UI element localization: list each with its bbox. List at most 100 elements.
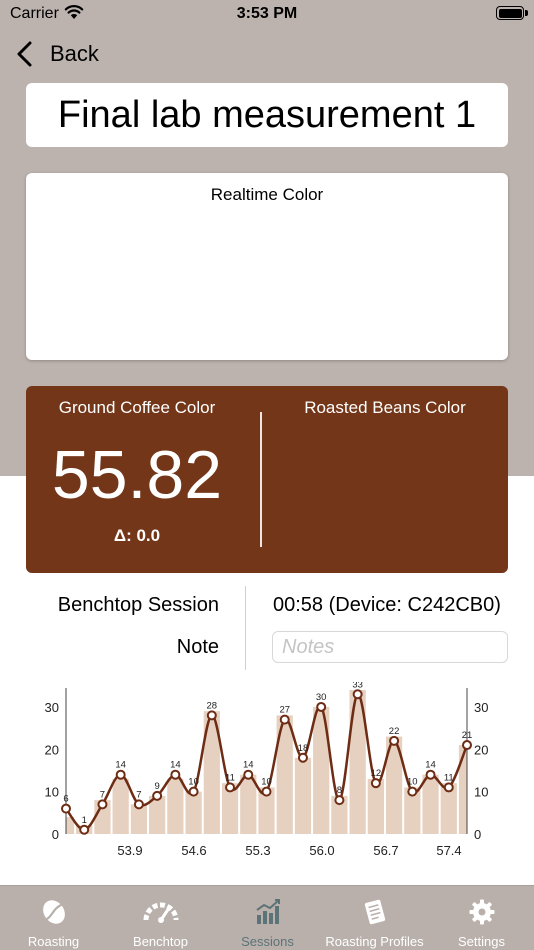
chart-data-label: 11 (225, 772, 235, 783)
chart-data-label: 8 (337, 785, 342, 796)
chart-data-label: 1 (82, 815, 87, 826)
chart-data-label: 10 (261, 777, 272, 788)
battery-icon (496, 6, 524, 20)
bar-chart-icon (255, 899, 280, 924)
session-title-field[interactable]: Final lab measurement 1 (26, 83, 508, 147)
chart-point (297, 752, 308, 763)
chart-data-label: 9 (154, 781, 159, 792)
chevron-left-icon (17, 41, 32, 67)
x-tick-label: 54.6 (181, 843, 206, 858)
chart-point (97, 799, 108, 810)
chart-data-label: 14 (425, 760, 436, 771)
chart-data-label: 14 (170, 760, 181, 771)
chart-data-label: 7 (100, 789, 105, 800)
chart-point (334, 795, 345, 806)
x-tick-label: 57.4 (436, 843, 461, 858)
y-tick-label-left: 0 (52, 827, 59, 842)
delta-value: Δ: 0.0 (113, 526, 161, 545)
tab-sessions-label: Sessions (241, 934, 294, 949)
chart-bar (185, 791, 202, 834)
chart-point (462, 740, 472, 751)
chart-point (316, 701, 327, 712)
x-tick-label: 56.7 (373, 843, 398, 858)
back-button[interactable]: Back (14, 38, 99, 70)
chart-point (206, 710, 217, 721)
chart-data-label: 18 (298, 743, 309, 754)
chart-data-label: 28 (207, 700, 218, 711)
coffee-bean-icon (42, 900, 65, 924)
profile-document-icon (364, 899, 385, 925)
chart-point (170, 769, 181, 780)
tab-roasting-profiles[interactable]: Roasting Profiles (321, 886, 428, 950)
x-tick-label: 55.3 (245, 843, 270, 858)
panel-divider (260, 412, 262, 547)
x-tick-label: 53.9 (117, 843, 142, 858)
clock: 3:53 PM (236, 5, 298, 22)
y-tick-label-right: 10 (474, 785, 488, 800)
chart-point (443, 782, 454, 793)
chart-point (188, 786, 199, 797)
ground-coffee-label: Ground Coffee Color (58, 398, 216, 417)
chart-bar (240, 774, 257, 834)
tab-settings-label: Settings (458, 934, 505, 949)
chart-data-label: 30 (316, 692, 327, 703)
chart-point (79, 824, 90, 835)
chart-data-label: 14 (243, 760, 254, 771)
notes-input[interactable] (272, 631, 508, 663)
chart-bar (112, 778, 129, 834)
x-tick-label: 56.0 (309, 843, 334, 858)
chart-data-label: 21 (462, 730, 473, 741)
chart-data-label: 11 (444, 772, 454, 783)
chart-point (115, 769, 126, 780)
gear-icon (469, 899, 494, 925)
realtime-color-card: Realtime Color (26, 173, 508, 360)
y-tick-label-right: 20 (474, 742, 488, 757)
tab-roasting[interactable]: Roasting (0, 886, 107, 950)
chart-data-label: 10 (188, 777, 199, 788)
chart-point (261, 786, 272, 797)
chart-data-label: 33 (352, 682, 363, 690)
ground-coffee-value: 55.82 (51, 437, 223, 513)
y-tick-label-right: 0 (474, 827, 481, 842)
color-distribution-chart: 0 010 1020 2030 3053.9 54.6 55.3 56.0 56.7 57.461… (45, 682, 489, 858)
tab-roasting-label: Roasting (27, 934, 80, 949)
session-time-device: 00:58 (Device: C242CB0) (273, 594, 501, 616)
chart-point (425, 769, 436, 780)
chart-point (407, 786, 418, 797)
y-tick-label-right: 30 (474, 700, 488, 715)
chart-point (370, 778, 381, 789)
session-title: Final lab measurement 1 (57, 93, 477, 136)
tab-roasting-profiles-label: Roasting Profiles (325, 934, 424, 949)
battery-tip (525, 10, 528, 16)
roasted-beans-label: Roasted Beans Color (304, 398, 466, 417)
tab-benchtop-label: Benchtop (133, 934, 188, 949)
note-label: Note (176, 636, 219, 658)
session-divider (245, 586, 246, 670)
tab-bar: Roasting Benchtop Sessions Roasting Prof… (0, 885, 534, 950)
chart-data-label: 12 (371, 768, 382, 779)
chart-data-label: 14 (115, 760, 126, 771)
chart-data-label: 22 (389, 726, 400, 737)
chart-bar (422, 774, 439, 834)
y-tick-label-left: 10 (45, 785, 59, 800)
chart-point (61, 803, 71, 814)
chart-point (225, 782, 236, 793)
y-tick-label-left: 30 (45, 700, 59, 715)
y-tick-label-left: 20 (45, 742, 59, 757)
back-label: Back (50, 41, 99, 66)
chart-point (243, 769, 254, 780)
chart-data-label: 7 (136, 789, 141, 800)
tab-benchtop[interactable]: Benchtop (107, 886, 214, 950)
chart-data-label: 6 (63, 794, 68, 805)
realtime-color-label: Realtime Color (210, 185, 324, 204)
color-readout-panel: Ground Coffee Color Roasted Beans Color … (26, 386, 508, 573)
tab-sessions[interactable]: Sessions (214, 886, 321, 950)
chart-point (279, 714, 290, 725)
tab-settings[interactable]: Settings (428, 886, 534, 950)
chart-bar (294, 757, 312, 834)
session-type-label: Benchtop Session (57, 594, 219, 616)
chart-data-label: 10 (407, 777, 418, 788)
chart-point (389, 735, 400, 746)
chart-bar (167, 778, 184, 834)
chart-data-label: 27 (279, 705, 290, 716)
